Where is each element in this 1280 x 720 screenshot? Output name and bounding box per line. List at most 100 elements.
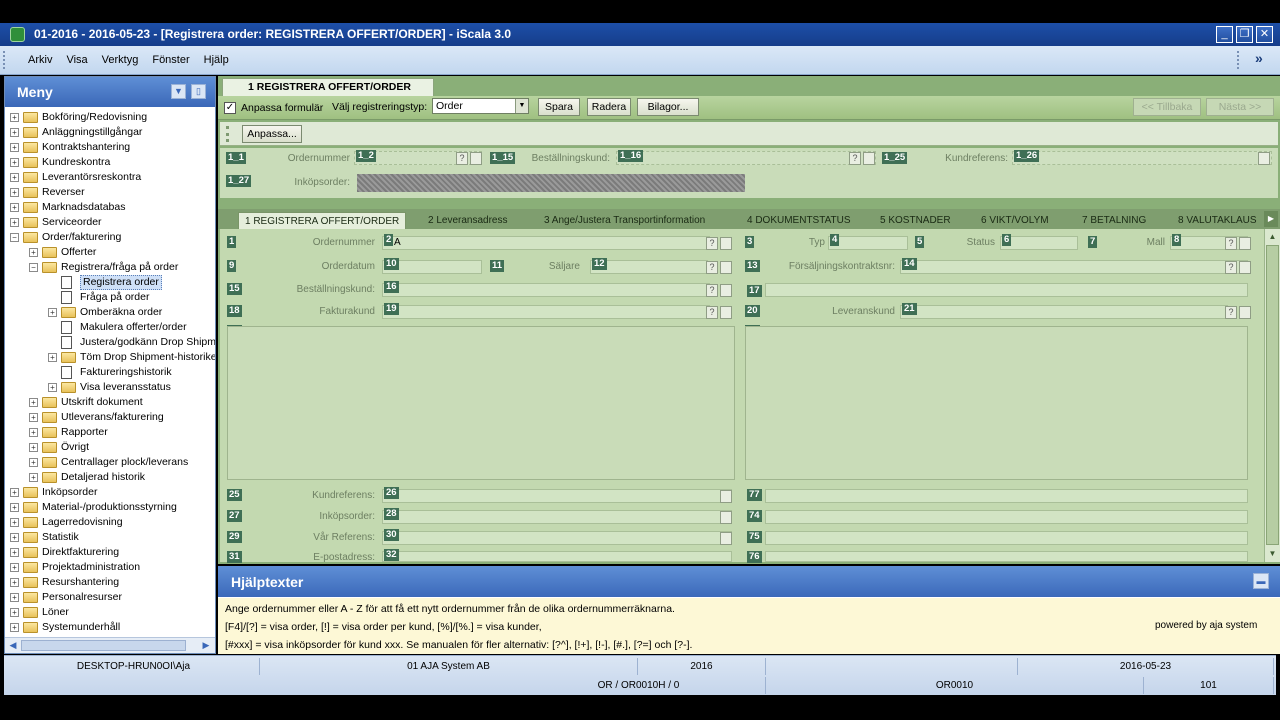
sidebar-horizontal-scrollbar[interactable]: ◀ ▶ (5, 637, 215, 653)
lookup-button[interactable]: ? (706, 261, 718, 274)
kundreferens-input[interactable] (382, 489, 732, 503)
header-kundreferens-field[interactable] (1012, 151, 1272, 165)
dropdown-button[interactable] (720, 306, 732, 319)
scroll-up-icon[interactable]: ▲ (1265, 230, 1280, 244)
dropdown-button[interactable] (1239, 306, 1251, 319)
saljare-input[interactable] (590, 260, 708, 274)
ordernummer-input[interactable] (382, 236, 710, 250)
attachments-button[interactable]: Bilagor... (637, 98, 699, 116)
expand-icon[interactable]: + (48, 353, 57, 362)
toolbar-grip[interactable] (1237, 51, 1241, 69)
bestallningskund-input[interactable] (382, 283, 710, 297)
field-75-input[interactable] (765, 531, 1248, 545)
minimize-panel-icon[interactable]: ▬ (1253, 573, 1269, 589)
back-button[interactable]: << Tillbaka (1133, 98, 1201, 116)
field-76-input[interactable] (765, 551, 1248, 562)
tab-vikt-volym[interactable]: 6 VIKT/VOLYM (981, 212, 1049, 229)
filter-icon[interactable]: ▼ (171, 84, 186, 99)
anpassa-formular-checkbox[interactable]: ✓ (224, 102, 236, 114)
expand-icon[interactable]: + (10, 158, 19, 167)
forsaljningskontraktsnr-input[interactable] (900, 260, 1248, 274)
expand-icon[interactable]: + (10, 608, 19, 617)
bestallningskund-address-field[interactable] (765, 283, 1248, 297)
status-input[interactable] (1000, 236, 1078, 250)
inkopsorder-input[interactable] (382, 510, 732, 524)
lookup-button[interactable]: ? (706, 306, 718, 319)
expand-icon[interactable]: + (10, 593, 19, 602)
menu-hjalp[interactable]: Hjälp (204, 54, 229, 66)
dropdown-button[interactable] (1258, 152, 1270, 165)
menu-fonster[interactable]: Fönster (152, 54, 189, 66)
expand-icon[interactable]: + (10, 563, 19, 572)
dropdown-button[interactable] (470, 152, 482, 165)
expand-icon[interactable]: + (10, 518, 19, 527)
leveranskund-address-panel[interactable] (745, 326, 1248, 480)
dropdown-button[interactable] (720, 284, 732, 297)
fakturakund-input[interactable] (382, 305, 710, 319)
expand-icon[interactable]: + (29, 413, 38, 422)
expand-icon[interactable]: + (10, 218, 19, 227)
expand-icon[interactable]: + (10, 203, 19, 212)
leveranskund-input[interactable] (900, 305, 1228, 319)
tab-registrera-offert-order[interactable]: 1 REGISTRERA OFFERT/ORDER (238, 212, 407, 229)
collapse-icon[interactable]: − (10, 233, 19, 242)
tab-betalning[interactable]: 7 BETALNING (1082, 212, 1146, 229)
expand-icon[interactable]: + (10, 548, 19, 557)
expand-icon[interactable]: + (10, 503, 19, 512)
expand-icon[interactable]: + (10, 173, 19, 182)
pin-icon[interactable]: ▯ (191, 84, 206, 99)
anpassa-button[interactable]: Anpassa... (242, 125, 302, 143)
save-button[interactable]: Spara (538, 98, 580, 116)
menu-verktyg[interactable]: Verktyg (102, 54, 139, 66)
lookup-button[interactable]: ? (849, 152, 861, 165)
chevron-down-icon[interactable]: ▼ (515, 99, 528, 113)
expand-icon[interactable]: + (10, 143, 19, 152)
chevron-right-icon[interactable]: » (1255, 50, 1263, 66)
expand-icon[interactable]: + (29, 473, 38, 482)
lookup-button[interactable]: ? (1225, 237, 1237, 250)
scroll-left-icon[interactable]: ◀ (6, 639, 20, 652)
fakturakund-address-panel[interactable] (227, 326, 735, 480)
registration-type-select[interactable]: Order ▼ (432, 98, 529, 114)
lookup-button[interactable]: ? (1225, 306, 1237, 319)
epostadress-input[interactable] (382, 551, 732, 562)
dropdown-button[interactable] (720, 490, 732, 503)
lookup-button[interactable]: ? (456, 152, 468, 165)
tab-leveransadress[interactable]: 2 Leveransadress (428, 212, 508, 229)
tab-kostnader[interactable]: 5 KOSTNADER (880, 212, 951, 229)
header-bestallningskund-field[interactable] (616, 151, 876, 165)
field-74-input[interactable] (765, 510, 1248, 524)
collapse-icon[interactable]: − (29, 263, 38, 272)
expand-icon[interactable]: + (10, 128, 19, 137)
dropdown-button[interactable] (720, 237, 732, 250)
expand-icon[interactable]: + (29, 398, 38, 407)
dropdown-button[interactable] (720, 511, 732, 524)
scroll-down-icon[interactable]: ▼ (1265, 547, 1280, 561)
menu-visa[interactable]: Visa (66, 54, 87, 66)
expand-icon[interactable]: + (10, 188, 19, 197)
form-vertical-scrollbar[interactable]: ▲ ▼ (1264, 229, 1280, 562)
menu-arkiv[interactable]: Arkiv (28, 54, 52, 66)
tab-transportinformation[interactable]: 3 Ange/Justera Transportinformation (544, 212, 705, 229)
scroll-thumb[interactable] (21, 640, 186, 651)
scroll-thumb[interactable] (1266, 245, 1279, 545)
lookup-button[interactable]: ? (1225, 261, 1237, 274)
dropdown-button[interactable] (720, 261, 732, 274)
dropdown-button[interactable] (1239, 261, 1251, 274)
expand-icon[interactable]: + (10, 113, 19, 122)
var-referens-input[interactable] (382, 531, 732, 545)
toolbar-grip[interactable] (226, 126, 234, 142)
tab-dokumentstatus[interactable]: 4 DOKUMENTSTATUS (747, 212, 851, 229)
expand-icon[interactable]: + (10, 488, 19, 497)
lookup-button[interactable]: ? (706, 237, 718, 250)
field-77-input[interactable] (765, 489, 1248, 503)
typ-input[interactable] (828, 236, 908, 250)
expand-icon[interactable]: + (10, 533, 19, 542)
tabs-scroll-right-icon[interactable]: ▶ (1264, 211, 1278, 227)
dropdown-button[interactable] (720, 532, 732, 545)
minimize-button[interactable]: _ (1216, 26, 1233, 43)
expand-icon[interactable]: + (29, 458, 38, 467)
expand-icon[interactable]: + (29, 248, 38, 257)
expand-icon[interactable]: + (10, 578, 19, 587)
expand-icon[interactable]: + (48, 383, 57, 392)
